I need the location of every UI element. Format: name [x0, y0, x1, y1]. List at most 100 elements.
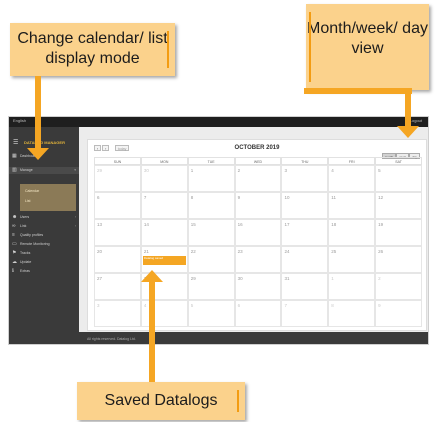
calendar-day-cell[interactable]: 9	[375, 300, 423, 327]
language-selector[interactable]: English	[13, 118, 26, 123]
chevron-left-icon: ‹	[74, 224, 76, 228]
calendar-day-cell[interactable]: 23	[234, 246, 282, 273]
chevron-left-icon: ‹	[74, 215, 76, 219]
calendar-day-cell[interactable]: 2	[234, 165, 282, 192]
calendar-day-cell[interactable]: 26	[375, 246, 423, 273]
day-number: 3	[284, 168, 287, 173]
sidebar-item-extras[interactable]: ℹ Extras	[9, 268, 79, 275]
sidebar-item-quality-profiles[interactable]: ≡ Quality profiles	[9, 232, 79, 239]
calendar-day-cell[interactable]: 10	[281, 192, 329, 219]
calendar-day-cell[interactable]: 27	[94, 273, 141, 300]
day-number: 6	[97, 195, 100, 200]
sidebar-item-remote-monitoring[interactable]: ▭ Remote Monitoring	[9, 241, 79, 248]
sidebar-item-label: Extras	[20, 269, 30, 273]
calendar-week-row: 20 21 Datalog saved 22 23 24 25 26	[94, 246, 423, 273]
sidebar-item-users[interactable]: ☻ Users ‹	[9, 214, 79, 221]
calendar-day-cell[interactable]: 13	[94, 219, 141, 246]
calendar-day-cell[interactable]: 30	[140, 165, 188, 192]
callout-month-week-day-bar	[304, 88, 412, 94]
calendar-day-cell[interactable]: 1	[187, 165, 235, 192]
calendar-day-cell[interactable]: 7	[140, 192, 188, 219]
saved-datalog-event[interactable]: Datalog saved	[142, 256, 186, 265]
calendar-day-cell[interactable]: 5	[187, 300, 235, 327]
day-number: 9	[378, 303, 381, 308]
sidebar-item-update[interactable]: ☁ Update	[9, 259, 79, 266]
calendar-day-cell[interactable]: 21 Datalog saved	[140, 246, 188, 273]
callout-display-mode: Change calendar/ list display mode	[10, 23, 175, 76]
weekday-label: SAT	[375, 157, 423, 165]
day-number: 29	[97, 168, 103, 173]
calendar-day-cell[interactable]: 3	[94, 300, 141, 327]
day-number: 27	[97, 276, 103, 281]
weekday-header: SUN MON TUE WED THU FRI SAT	[94, 157, 423, 165]
calendar-day-cell[interactable]: 15	[187, 219, 235, 246]
calendar-day-cell[interactable]: 1	[328, 273, 376, 300]
calendar-day-cell[interactable]: 11	[328, 192, 376, 219]
callout-month-week-day: Month/week/ day view	[306, 4, 429, 90]
calendar-day-cell[interactable]: 4	[140, 300, 188, 327]
calendar-day-cell[interactable]: 9	[234, 192, 282, 219]
calendar-day-cell[interactable]: 25	[328, 246, 376, 273]
calendar-day-cell[interactable]: 3	[281, 165, 329, 192]
day-number: 11	[331, 195, 336, 200]
day-number: 18	[331, 222, 337, 227]
calendar-day-cell[interactable]: 20	[94, 246, 141, 273]
logout-link[interactable]: Logout	[410, 118, 422, 123]
day-number: 5	[378, 168, 381, 173]
day-number: 8	[190, 195, 194, 200]
weekday-label: WED	[234, 157, 282, 165]
submenu-calendar[interactable]: Calendar	[25, 189, 39, 193]
callout-saved-datalogs: Saved Datalogs	[77, 382, 245, 420]
day-number: 29	[190, 276, 196, 281]
day-number: 7	[284, 303, 287, 308]
day-number: 12	[378, 195, 384, 200]
sidebar-item-label: Remote Monitoring	[20, 242, 50, 246]
day-number: 30	[237, 276, 243, 281]
day-number: 2	[237, 168, 241, 173]
calendar-day-cell[interactable]: 22	[187, 246, 235, 273]
list-icon: ≡	[12, 232, 15, 238]
calendar-day-cell[interactable]: 4	[328, 165, 376, 192]
calendar-day-cell[interactable]: 16	[234, 219, 282, 246]
calendar-day-cell[interactable]: 8	[328, 300, 376, 327]
calendar-day-cell[interactable]: 31	[281, 273, 329, 300]
day-number: 5	[190, 303, 194, 308]
day-number: 30	[143, 168, 149, 173]
calendar-day-cell[interactable]: 2	[375, 273, 423, 300]
calendar-day-cell[interactable]: 7	[281, 300, 329, 327]
sidebar-item-tracks[interactable]: ⚑ Tracks	[9, 250, 79, 257]
calendar-day-cell[interactable]: 5	[375, 165, 423, 192]
calendar-day-cell[interactable]: 24	[281, 246, 329, 273]
calendar-day-cell[interactable]: 30	[234, 273, 282, 300]
track-icon: ⚑	[12, 250, 17, 256]
calendar-title: OCTOBER 2019	[234, 145, 280, 151]
day-number: 16	[237, 222, 243, 227]
info-icon: ℹ	[12, 268, 14, 274]
dashboard-icon: ▦	[12, 153, 17, 159]
calendar-day-cell[interactable]: 19	[375, 219, 423, 246]
sidebar-item-label: Tracks	[20, 251, 31, 255]
calendar-day-cell[interactable]: 17	[281, 219, 329, 246]
sidebar-item-label: Update	[20, 260, 32, 264]
sidebar-item-manage[interactable]: ▥ Manage ▾	[9, 167, 79, 174]
weekday-label: MON	[140, 157, 188, 165]
hamburger-menu-icon[interactable]: ☰	[13, 139, 18, 146]
day-number: 2	[378, 276, 381, 281]
calendar-day-cell[interactable]: 18	[328, 219, 376, 246]
sidebar-item-link[interactable]: ∞ Link ‹	[9, 223, 79, 230]
brand-name: DATALOG MANAGER	[24, 140, 65, 145]
top-bar: English Logout	[9, 117, 428, 127]
calendar-day-cell[interactable]: 6	[234, 300, 282, 327]
calendar-day-cell[interactable]: 29	[94, 165, 141, 192]
calendar-week-row: 3 4 5 6 7 8 9	[94, 300, 423, 327]
users-icon: ☻	[12, 214, 18, 220]
calendar-card: ‹ › today OCTOBER 2019 month week day SUN MO…	[87, 139, 427, 331]
day-number: 1	[190, 168, 194, 173]
calendar-day-cell[interactable]: 8	[187, 192, 235, 219]
calendar-day-cell[interactable]: 29	[187, 273, 235, 300]
calendar-day-cell[interactable]: 12	[375, 192, 423, 219]
day-number: 21	[143, 249, 149, 254]
submenu-list[interactable]: List	[25, 199, 30, 203]
calendar-day-cell[interactable]: 14	[140, 219, 188, 246]
calendar-day-cell[interactable]: 6	[94, 192, 141, 219]
